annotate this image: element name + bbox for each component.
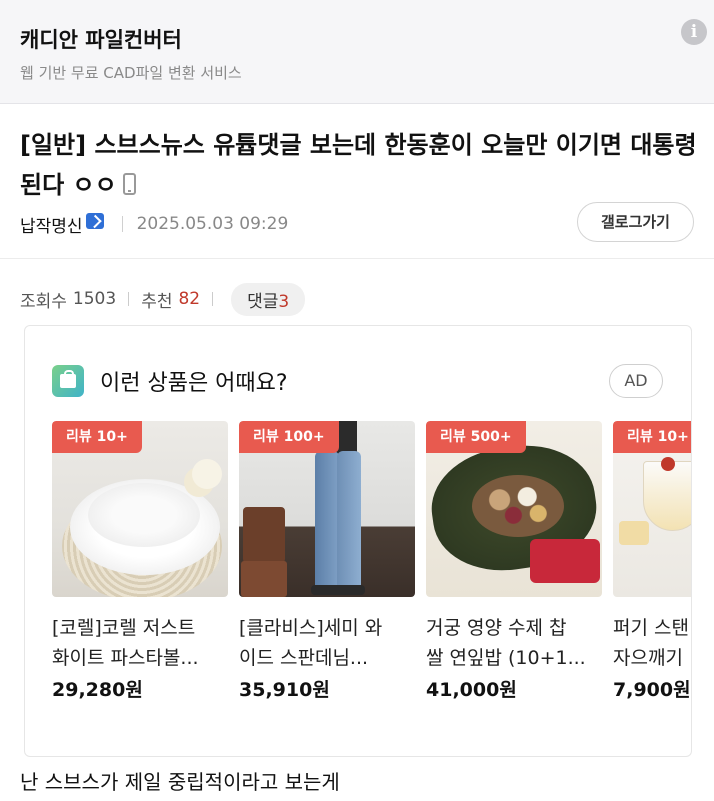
comments-count: 3 xyxy=(278,291,290,312)
views-count: 1503 xyxy=(72,289,117,309)
product-price: 41,000원 xyxy=(426,679,517,701)
section-divider xyxy=(0,258,714,259)
product-price: 35,910원 xyxy=(239,679,330,701)
product-name[interactable]: [클라비스]세미 와 이드 스판데님... xyxy=(239,613,415,673)
recommend-count: 82 xyxy=(178,289,201,309)
review-badge: 리뷰 100+ xyxy=(239,421,339,453)
review-badge: 리뷰 10+ xyxy=(613,421,691,453)
product-name-line: 자으깨기 xyxy=(613,647,683,669)
product-card[interactable]: 리뷰 100+ [클라비스]세미 와 이드 스판데님... 35,910원 xyxy=(239,421,415,702)
product-name[interactable]: 퍼기 스탠 자으깨기 xyxy=(613,613,691,673)
ad-heading: 이런 상품은 어때요? xyxy=(52,364,288,398)
post-body-text: 난 스브스가 제일 중립적이라고 보는게 xyxy=(20,770,340,794)
banner-title: 캐디안 파일컨버터 xyxy=(20,28,182,52)
product-name[interactable]: 거궁 영양 수제 찹 쌀 연잎밥 (10+1... xyxy=(426,613,602,673)
post-meta: 납작명신 2025.05.03 09:29 xyxy=(20,210,288,238)
product-price: 29,280원 xyxy=(52,679,143,701)
mobile-phone-icon xyxy=(122,173,136,195)
product-name-line: 쌀 연잎밥 (10+1... xyxy=(426,647,586,669)
comments-button[interactable]: 댓글3 xyxy=(231,282,306,316)
product-image[interactable]: 리뷰 100+ xyxy=(239,421,415,597)
review-badge: 리뷰 500+ xyxy=(426,421,526,453)
product-name-line: 거궁 영양 수제 찹 xyxy=(426,617,567,639)
stats-divider xyxy=(128,292,130,306)
comments-label: 댓글 xyxy=(247,291,279,312)
stats-divider xyxy=(212,292,214,306)
post-date: 2025.05.03 09:29 xyxy=(136,214,289,234)
product-name-line: 퍼기 스탠 xyxy=(613,617,689,639)
product-card[interactable]: 리뷰 500+ 거궁 영양 수제 찹 쌀 연잎밥 (10+1... 41,000… xyxy=(426,421,602,702)
post-title-text: [일반] 스브스뉴스 유튭댓글 보는데 한동훈이 오늘만 이기면 대통령된다 ㅇ… xyxy=(20,131,697,199)
product-image[interactable]: 리뷰 10+ xyxy=(52,421,228,597)
banner-subtitle: 웹 기반 무료 CAD파일 변환 서비스 xyxy=(20,64,242,82)
product-name-line: 이드 스판데님... xyxy=(239,647,369,669)
recommend-label: 추천 xyxy=(141,291,173,312)
product-image[interactable]: 리뷰 500+ xyxy=(426,421,602,597)
author-name[interactable]: 납작명신 xyxy=(20,212,83,237)
product-price: 7,900원 xyxy=(613,679,691,701)
post-title: [일반] 스브스뉴스 유튭댓글 보는데 한동훈이 오늘만 이기면 대통령된다 ㅇ… xyxy=(20,125,700,205)
meta-divider xyxy=(121,216,123,232)
review-badge: 리뷰 10+ xyxy=(52,421,142,453)
product-name-line: [클라비스]세미 와 xyxy=(239,617,383,639)
product-name-line: 화이트 파스타볼... xyxy=(52,647,199,669)
post-stats: 조회수 1503 추천 82 댓글3 xyxy=(20,282,306,316)
product-ad-box: 이런 상품은 어때요? AD 리뷰 10+ [코렐]코렐 저스트 화이트 파스타… xyxy=(24,325,692,757)
ad-tag[interactable]: AD xyxy=(609,364,663,398)
ad-banner-header[interactable]: 캐디안 파일컨버터 웹 기반 무료 CAD파일 변환 서비스 i xyxy=(0,0,714,104)
info-icon[interactable]: i xyxy=(681,19,707,45)
ad-heading-text: 이런 상품은 어때요? xyxy=(100,371,288,396)
product-card[interactable]: 리뷰 10+ 퍼기 스탠 자으깨기 7,900원 xyxy=(613,421,691,702)
product-name[interactable]: [코렐]코렐 저스트 화이트 파스타볼... xyxy=(52,613,228,673)
product-card[interactable]: 리뷰 10+ [코렐]코렐 저스트 화이트 파스타볼... 29,280원 xyxy=(52,421,228,702)
views-label: 조회수 xyxy=(20,291,67,312)
product-image[interactable]: 리뷰 10+ xyxy=(613,421,691,597)
gallog-button[interactable]: 갤로그가기 xyxy=(577,202,694,242)
shopping-bag-icon xyxy=(52,365,84,397)
product-name-line: [코렐]코렐 저스트 xyxy=(52,617,196,639)
verified-badge-icon xyxy=(85,213,104,229)
